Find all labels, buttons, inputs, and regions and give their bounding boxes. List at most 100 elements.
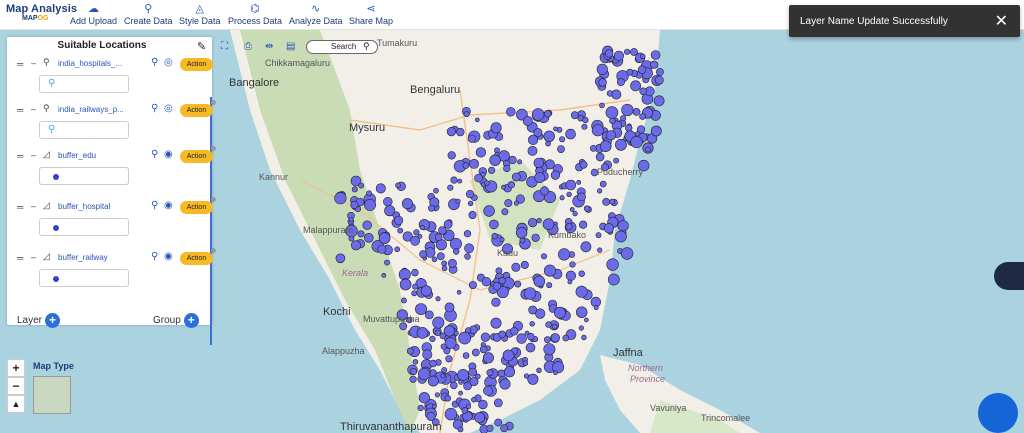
nav-add-upload[interactable]: ☁ Add Upload bbox=[70, 3, 117, 26]
edit-icon[interactable]: ✎ bbox=[197, 40, 206, 53]
drag-handle-icon[interactable]: ═ bbox=[17, 59, 23, 69]
add-layer[interactable]: Layer + bbox=[17, 313, 61, 328]
nav-analyze-data[interactable]: ∿ Analyze Data bbox=[289, 3, 343, 26]
buffer-shape bbox=[350, 200, 359, 209]
buffer-shape bbox=[543, 343, 556, 356]
buffer-shape bbox=[464, 253, 471, 260]
buffer-shape bbox=[533, 275, 546, 288]
action-button[interactable]: Action bbox=[180, 201, 213, 214]
buffer-shape bbox=[381, 272, 387, 278]
buffer-shape bbox=[599, 140, 612, 152]
eye-off-icon[interactable]: ◎ bbox=[164, 57, 173, 68]
chat-icon[interactable] bbox=[978, 393, 1018, 433]
drag-handle-icon[interactable]: ═ bbox=[17, 202, 23, 212]
comment-icon[interactable]: ▤ bbox=[286, 41, 295, 52]
drag-handle-icon[interactable]: ═ bbox=[17, 105, 23, 115]
eye-icon[interactable]: ◉ bbox=[164, 149, 173, 160]
place-label: Kadu bbox=[497, 248, 519, 258]
buffer-shape bbox=[484, 180, 490, 186]
print-icon[interactable]: ⎙ bbox=[244, 41, 252, 52]
eye-icon[interactable]: ◉ bbox=[164, 200, 173, 211]
action-button[interactable]: Action bbox=[180, 104, 213, 117]
buffer-shape bbox=[557, 248, 571, 261]
buffer-shape bbox=[425, 247, 436, 258]
layer-name[interactable]: buffer_hospital bbox=[58, 202, 110, 211]
buffer-shape bbox=[527, 134, 539, 145]
zoom-to-layer-icon[interactable]: ⚲ bbox=[151, 57, 158, 68]
buffer-shape bbox=[578, 270, 585, 277]
buffer-shape bbox=[438, 226, 447, 235]
layer-row[interactable]: ═ – ◿ buffer_railway ⚲ ◉ Action bbox=[17, 248, 216, 297]
buffer-shape bbox=[523, 287, 537, 300]
search-box[interactable]: Search ⚲ bbox=[306, 40, 378, 54]
buffer-shape bbox=[417, 404, 424, 412]
buffer-shape bbox=[550, 170, 561, 180]
search-icon[interactable]: ⚲ bbox=[363, 41, 370, 52]
place-label: Kerala bbox=[342, 268, 369, 278]
place-label: Kannur bbox=[259, 172, 289, 182]
eye-icon[interactable]: ◉ bbox=[164, 251, 173, 262]
layer-row[interactable]: ═ – ⚲ india_hospitals_... ⚲ ◎ Action ⚲ bbox=[17, 57, 213, 103]
buffer-shape bbox=[378, 232, 391, 244]
buffer-shape bbox=[577, 192, 586, 202]
collapse-icon[interactable]: – bbox=[31, 252, 36, 262]
layer-name[interactable]: buffer_edu bbox=[58, 151, 96, 160]
layer-panel: Suitable Locations ✎ ═ – ⚲ india_hospita… bbox=[7, 37, 216, 345]
collapse-icon[interactable]: – bbox=[31, 201, 36, 211]
layer-row[interactable]: ═ – ◿ buffer_edu ⚲ ◉ Action bbox=[17, 146, 216, 195]
plus-icon[interactable]: + bbox=[45, 313, 61, 328]
layer-row[interactable]: ═ – ⚲ india_railways_p... ⚲ ◎ Action ⚲ bbox=[17, 100, 216, 149]
collapse-icon[interactable]: – bbox=[31, 58, 36, 68]
nav-process-data[interactable]: ⌬ Process Data bbox=[228, 3, 282, 26]
buffer-shape bbox=[488, 166, 496, 174]
zoom-to-layer-icon[interactable]: ⚲ bbox=[151, 251, 158, 262]
drag-handle-icon[interactable]: ═ bbox=[17, 151, 23, 161]
buffer-shape bbox=[435, 239, 447, 251]
buffer-shape bbox=[406, 347, 414, 355]
panel-scrollbar[interactable] bbox=[210, 97, 212, 345]
buffer-shape bbox=[493, 398, 503, 408]
collapse-icon[interactable]: – bbox=[31, 150, 36, 160]
plus-icon[interactable]: + bbox=[183, 313, 199, 328]
drag-handle-icon[interactable]: ═ bbox=[17, 253, 23, 263]
buffer-shape bbox=[602, 197, 611, 206]
buffer-shape bbox=[445, 355, 453, 363]
buffer-shape bbox=[590, 145, 597, 152]
buffer-shape bbox=[567, 279, 573, 285]
layer-status-dot bbox=[211, 197, 216, 202]
buffer-shape bbox=[510, 327, 519, 336]
fullscreen-icon[interactable]: ⛶ bbox=[221, 41, 228, 52]
zoom-to-layer-icon[interactable]: ⚲ bbox=[151, 103, 158, 114]
compass-icon[interactable]: ▲ bbox=[7, 395, 25, 413]
layer-name[interactable]: india_hospitals_... bbox=[58, 59, 122, 68]
zoom-out-button[interactable]: − bbox=[7, 377, 25, 395]
eye-off-icon[interactable]: ◎ bbox=[164, 103, 173, 114]
buffer-shape bbox=[599, 102, 605, 109]
layer-status-dot bbox=[211, 248, 216, 253]
layer-row[interactable]: ═ – ◿ buffer_hospital ⚲ ◉ Action bbox=[17, 197, 216, 246]
buffer-shape bbox=[528, 305, 538, 315]
collapse-icon[interactable]: – bbox=[31, 104, 36, 114]
buffer-shape bbox=[429, 359, 437, 368]
map-type-thumbnail[interactable] bbox=[33, 376, 71, 414]
add-group[interactable]: Group + bbox=[153, 313, 199, 328]
buffer-shape bbox=[514, 280, 522, 288]
chatbot-icon[interactable] bbox=[994, 262, 1024, 290]
zoom-in-button[interactable]: + bbox=[7, 359, 25, 377]
buffer-shape bbox=[348, 235, 355, 242]
layer-name[interactable]: india_railways_p... bbox=[58, 105, 124, 114]
nav-create-data[interactable]: ⚲ Create Data bbox=[124, 3, 173, 26]
action-button[interactable]: Action bbox=[180, 150, 213, 163]
buffer-shape bbox=[522, 360, 529, 366]
buffer-shape bbox=[536, 367, 542, 373]
nav-share-map[interactable]: ⋖ Share Map bbox=[349, 3, 393, 26]
layer-name[interactable]: buffer_railway bbox=[58, 253, 108, 262]
action-button[interactable]: Action bbox=[180, 58, 213, 71]
nav-style-data[interactable]: ◬ Style Data bbox=[179, 3, 221, 26]
action-button[interactable]: Action bbox=[180, 252, 213, 265]
close-icon[interactable]: ✕ bbox=[995, 11, 1008, 31]
zoom-to-layer-icon[interactable]: ⚲ bbox=[151, 149, 158, 160]
zoom-to-layer-icon[interactable]: ⚲ bbox=[151, 200, 158, 211]
measure-icon[interactable]: ⇹ bbox=[265, 41, 273, 52]
app-logo[interactable]: Map Analysis MAPOG bbox=[6, 3, 77, 22]
